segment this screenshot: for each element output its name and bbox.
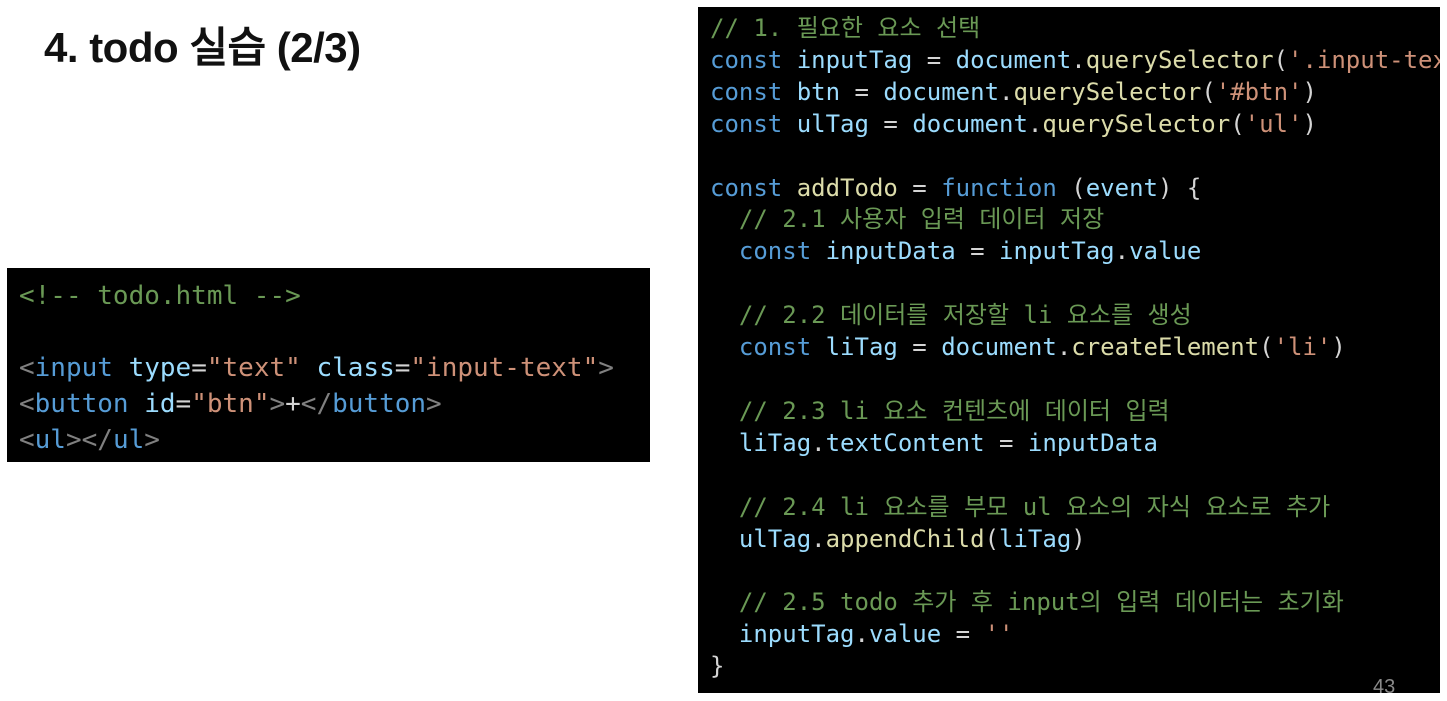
string-literal: 'ul' <box>1244 109 1303 138</box>
tag-name: button <box>332 389 427 419</box>
js-comment: // 2.1 사용자 입력 데이터 저장 <box>738 205 1105 234</box>
variable: inputTag <box>796 45 913 74</box>
code-line: // 2.4 li 요소를 부모 ul 요소의 자식 요소로 추가 <box>710 492 1440 524</box>
html-code-block: <!-- todo.html --> <input type="text" cl… <box>7 268 650 462</box>
slide-title: 4. todo 실습 (2/3) <box>44 24 361 71</box>
variable: inputData <box>825 237 956 266</box>
function-name: addTodo <box>796 173 898 202</box>
page-number: 43 <box>1373 676 1396 698</box>
attr-value: "btn" <box>191 389 270 419</box>
js-code-block: // 1. 필요한 요소 선택 const inputTag = documen… <box>698 7 1440 693</box>
attr-name: id <box>144 389 176 419</box>
attr-name: class <box>316 353 395 383</box>
code-line: // 2.1 사용자 입력 데이터 저장 <box>710 204 1440 236</box>
variable: btn <box>796 77 841 106</box>
code-line: liTag.textContent = inputData <box>738 428 1158 457</box>
code-line: // 2.3 li 요소 컨텐츠에 데이터 입력 <box>710 396 1440 428</box>
tag-text: + <box>285 389 301 419</box>
attr-value: "text" <box>206 353 301 383</box>
code-line: <ul></ul> <box>19 425 160 455</box>
code-line: inputTag.value = '' <box>738 620 1014 649</box>
tag-name: input <box>34 353 113 383</box>
variable: ulTag <box>796 109 869 138</box>
code-line: // 2.2 데이터를 저장할 li 요소를 생성 <box>710 300 1440 332</box>
js-comment: // 2.4 li 요소를 부모 ul 요소의 자식 요소로 추가 <box>738 492 1331 521</box>
js-comment: // 2.5 todo 추가 후 input의 입력 데이터는 초기화 <box>738 588 1344 617</box>
tag-name: ul <box>112 425 145 455</box>
code-line: } <box>710 652 725 681</box>
string-literal: 'li' <box>1273 333 1332 362</box>
tag-name: button <box>34 389 129 419</box>
string-literal: '' <box>984 620 1014 649</box>
variable: liTag <box>825 333 898 362</box>
html-comment: <!-- todo.html --> <box>19 281 301 311</box>
code-line: // 2.5 todo 추가 후 input의 입력 데이터는 초기화 <box>710 587 1440 619</box>
code-line: const liTag = document.createElement('li… <box>738 333 1346 362</box>
code-line: <button id="btn">+</button> <box>19 389 442 419</box>
attr-value: "input-text" <box>410 353 599 383</box>
attr-name: type <box>128 353 192 383</box>
code-line: <!-- todo.html --> <box>19 278 650 314</box>
code-line: <input type="text" class="input-text"> <box>19 353 614 383</box>
tag-name: ul <box>34 425 66 455</box>
code-line: const inputData = inputTag.value <box>738 237 1202 266</box>
string-literal: '#btn' <box>1215 77 1303 106</box>
js-comment: // 2.2 데이터를 저장할 li 요소를 생성 <box>738 301 1192 330</box>
code-line: const addTodo = function (event) { <box>710 173 1202 202</box>
js-comment: // 2.3 li 요소 컨텐츠에 데이터 입력 <box>738 396 1170 425</box>
string-literal: '.input-text' <box>1288 45 1440 74</box>
code-line: const ulTag = document.querySelector('ul… <box>710 109 1317 138</box>
js-comment: // 1. 필요한 요소 선택 <box>710 14 981 42</box>
code-line: // 1. 필요한 요소 선택 <box>710 13 1440 45</box>
function-param: event <box>1085 173 1158 202</box>
code-line: const btn = document.querySelector('#btn… <box>710 77 1317 106</box>
code-line: ulTag.appendChild(liTag) <box>738 524 1086 553</box>
code-line: const inputTag = document.querySelector(… <box>710 45 1440 77</box>
